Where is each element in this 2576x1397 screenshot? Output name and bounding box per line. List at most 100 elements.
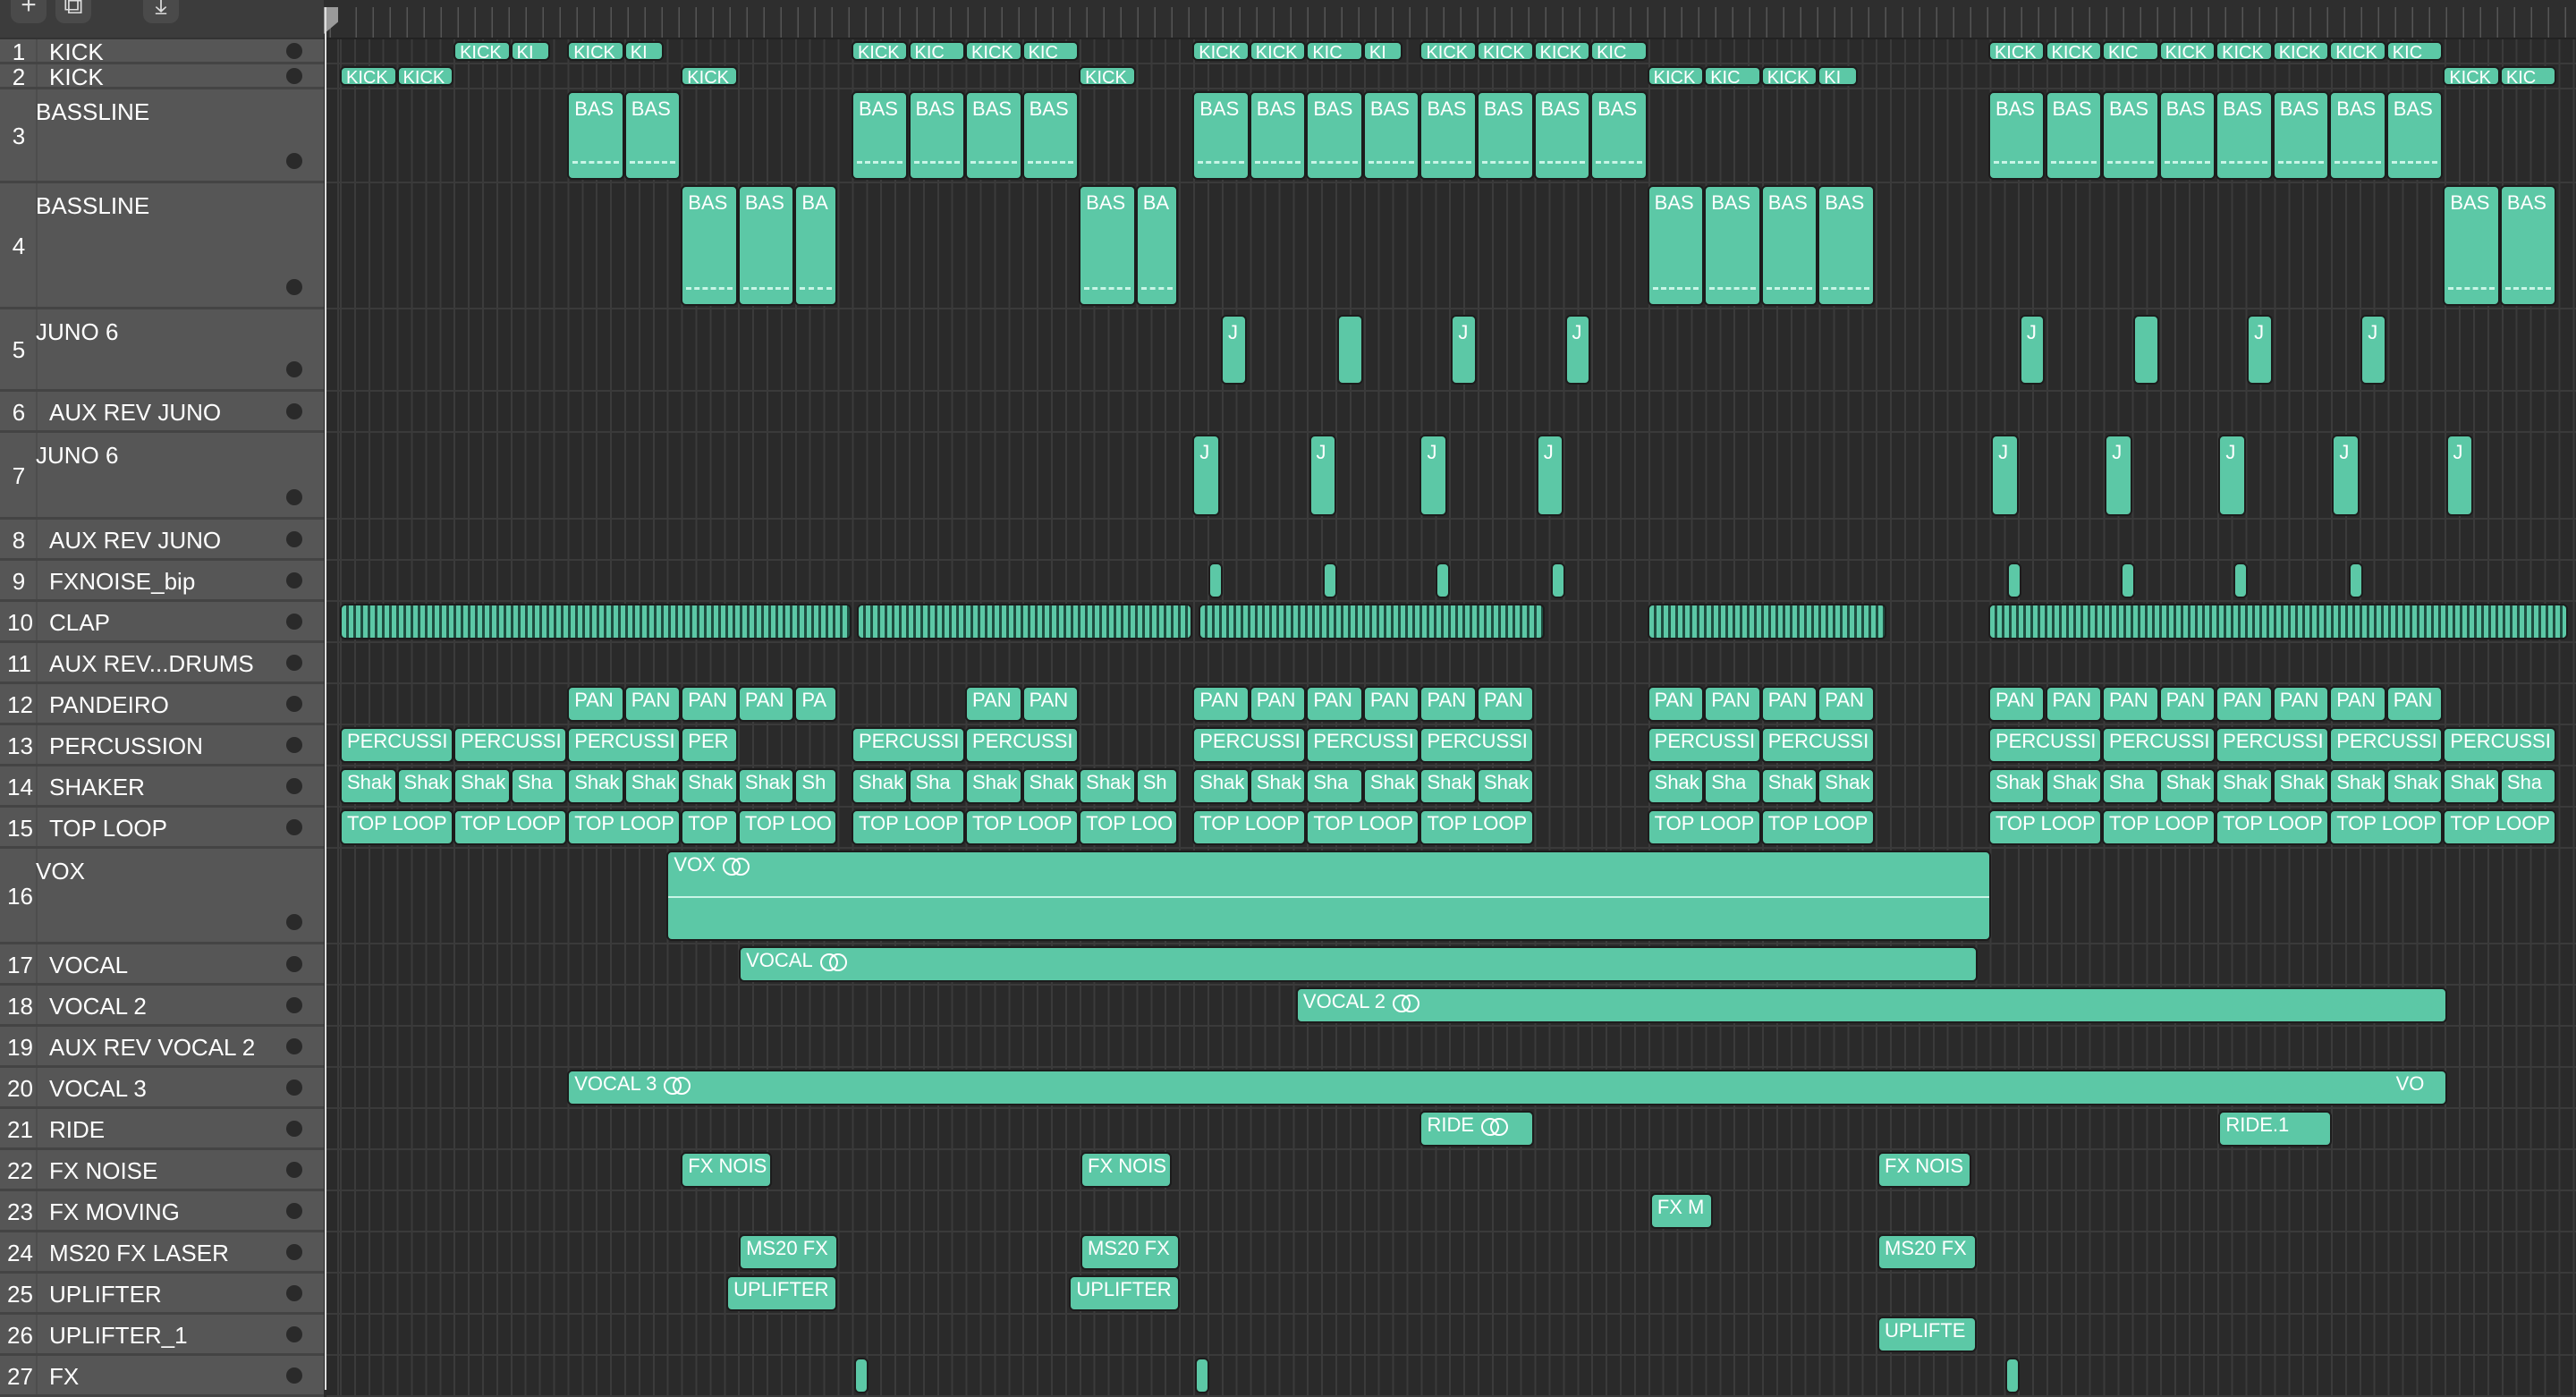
region[interactable]: TOP LOOP [1987, 809, 2103, 845]
region[interactable]: PAN [2158, 686, 2216, 722]
track-header[interactable]: 14 SHAKER [0, 766, 324, 808]
region[interactable]: BAS [1021, 91, 1080, 180]
track-lane[interactable]: BAS BAS BAS BAS BAS BAS BAS BAS BAS BAS BAS BAS BAS B… [326, 89, 2576, 183]
region[interactable]: Shak [1192, 768, 1250, 804]
track-name[interactable]: FX MOVING [49, 1198, 180, 1226]
track-header[interactable]: 19 AUX REV VOCAL 2 [0, 1027, 324, 1068]
track-name[interactable]: FX NOISE [49, 1157, 157, 1185]
region[interactable]: BAS [1249, 91, 1307, 180]
region[interactable]: J [2019, 315, 2046, 385]
region[interactable] [2348, 563, 2363, 598]
track-lane[interactable]: VOX [326, 849, 2576, 944]
region[interactable]: TOP LOOP [567, 809, 682, 845]
region[interactable]: PER [681, 727, 738, 763]
record-enable-button[interactable] [286, 614, 302, 630]
region[interactable] [2233, 563, 2249, 598]
region[interactable]: BAS [1590, 91, 1648, 180]
track-name[interactable]: VOX [36, 858, 85, 885]
track-lane[interactable]: UPLIFTE [326, 1315, 2576, 1356]
track-name[interactable]: FXNOISE_bip [49, 568, 195, 596]
region[interactable]: BAS [965, 91, 1022, 180]
region[interactable]: TOP LOOP [340, 809, 454, 845]
track-lane[interactable]: JJJJJJJJJ [326, 433, 2576, 520]
region[interactable]: BAS [737, 185, 795, 306]
record-enable-button[interactable] [286, 572, 302, 588]
track-lane[interactable] [326, 561, 2576, 602]
track-name[interactable]: AUX REV VOCAL 2 [49, 1034, 255, 1062]
region[interactable] [1987, 604, 2569, 639]
region[interactable]: Shak [1021, 768, 1080, 804]
record-enable-button[interactable] [286, 1121, 302, 1137]
track-header[interactable]: 6 AUX REV JUNO [0, 392, 324, 433]
region[interactable]: TOP LOOP [2102, 809, 2216, 845]
region[interactable]: KI [510, 41, 551, 61]
region[interactable]: PAN [1647, 686, 1705, 722]
region[interactable]: Shak [2045, 768, 2103, 804]
region[interactable]: J [2445, 435, 2474, 516]
record-enable-button[interactable] [286, 1244, 302, 1260]
track-header[interactable]: 15 TOP LOOP [0, 808, 324, 849]
region[interactable]: TOP LOO [1079, 809, 1179, 845]
region[interactable]: Sha [510, 768, 568, 804]
region[interactable]: KIC [2102, 41, 2159, 61]
region[interactable]: Shak [965, 768, 1022, 804]
region[interactable] [2121, 563, 2136, 598]
record-enable-button[interactable] [286, 914, 302, 930]
region[interactable]: KIC [1704, 66, 1761, 86]
region[interactable]: BAS [1079, 185, 1136, 306]
region[interactable]: PERCUSSI [1306, 727, 1420, 763]
region[interactable]: Shak [851, 768, 909, 804]
record-enable-button[interactable] [286, 1038, 302, 1054]
record-enable-button[interactable] [286, 737, 302, 753]
region[interactable]: Shak [737, 768, 795, 804]
record-enable-button[interactable] [286, 1285, 302, 1301]
region[interactable]: PAN [2216, 686, 2273, 722]
track-name[interactable]: BASSLINE [36, 98, 149, 126]
region[interactable]: RIDE [1419, 1111, 1534, 1147]
track-header[interactable]: 26 UPLIFTER_1 [0, 1315, 324, 1356]
region[interactable]: FX NOIS [1080, 1152, 1172, 1188]
region[interactable]: KICK [1647, 66, 1705, 86]
region[interactable]: PERCUSSI [1987, 727, 2103, 763]
track-lane[interactable]: FX NOIS FX NOIS FX NOIS [326, 1150, 2576, 1191]
region[interactable] [1337, 315, 1363, 385]
region[interactable]: TOP LOOP [965, 809, 1080, 845]
region[interactable]: PERCUSSI [340, 727, 454, 763]
region[interactable] [1436, 563, 1451, 598]
region[interactable]: J [1451, 315, 1477, 385]
region[interactable]: Shak [1419, 768, 1477, 804]
record-enable-button[interactable] [286, 1203, 302, 1219]
region[interactable]: TOP LOO [737, 809, 838, 845]
region[interactable]: VOCAL 3 VO [567, 1070, 2448, 1105]
region[interactable]: PERCUSSI [453, 727, 568, 763]
region[interactable]: KIC [2499, 66, 2557, 86]
track-header[interactable]: 8 AUX REV JUNO [0, 520, 324, 561]
region[interactable]: Shak [1362, 768, 1420, 804]
track-name[interactable]: FX [49, 1363, 79, 1391]
track-name[interactable]: JUNO 6 [36, 442, 118, 470]
region[interactable]: MS20 FX [739, 1234, 839, 1270]
region[interactable]: PERCUSSI [1419, 727, 1534, 763]
region[interactable]: Shak [2272, 768, 2330, 804]
region[interactable]: Shak [2443, 768, 2500, 804]
region[interactable] [1647, 604, 1886, 639]
track-name[interactable]: AUX REV JUNO [49, 527, 221, 555]
timeline-ruler[interactable] [324, 0, 2576, 39]
region[interactable]: BAS [2272, 91, 2330, 180]
track-lane[interactable] [326, 1356, 2576, 1397]
track-lane[interactable]: VOCAL 2 [326, 986, 2576, 1027]
region[interactable]: PERCUSSI [1760, 727, 1875, 763]
region[interactable]: UPLIFTER [1069, 1275, 1181, 1311]
track-lane[interactable]: KICK KICK KICK KICK KICK KIC KICK KI KICK KIC [326, 64, 2576, 89]
region[interactable]: Shak [2385, 768, 2444, 804]
region[interactable] [1208, 563, 1224, 598]
track-header[interactable]: 4 BASSLINE [0, 183, 324, 309]
track-name[interactable]: UPLIFTER [49, 1281, 162, 1308]
region[interactable]: PERCUSSI [2329, 727, 2444, 763]
track-header[interactable]: 20 VOCAL 3 [0, 1068, 324, 1109]
region[interactable]: MS20 FX [1877, 1234, 1978, 1270]
track-lane[interactable]: BAS BAS BA BAS BA BAS BAS BAS BAS BAS BAS [326, 183, 2576, 309]
region[interactable]: UPLIFTER [726, 1275, 838, 1311]
track-header[interactable]: 2 KICK [0, 64, 324, 90]
region[interactable]: PAN [681, 686, 738, 722]
